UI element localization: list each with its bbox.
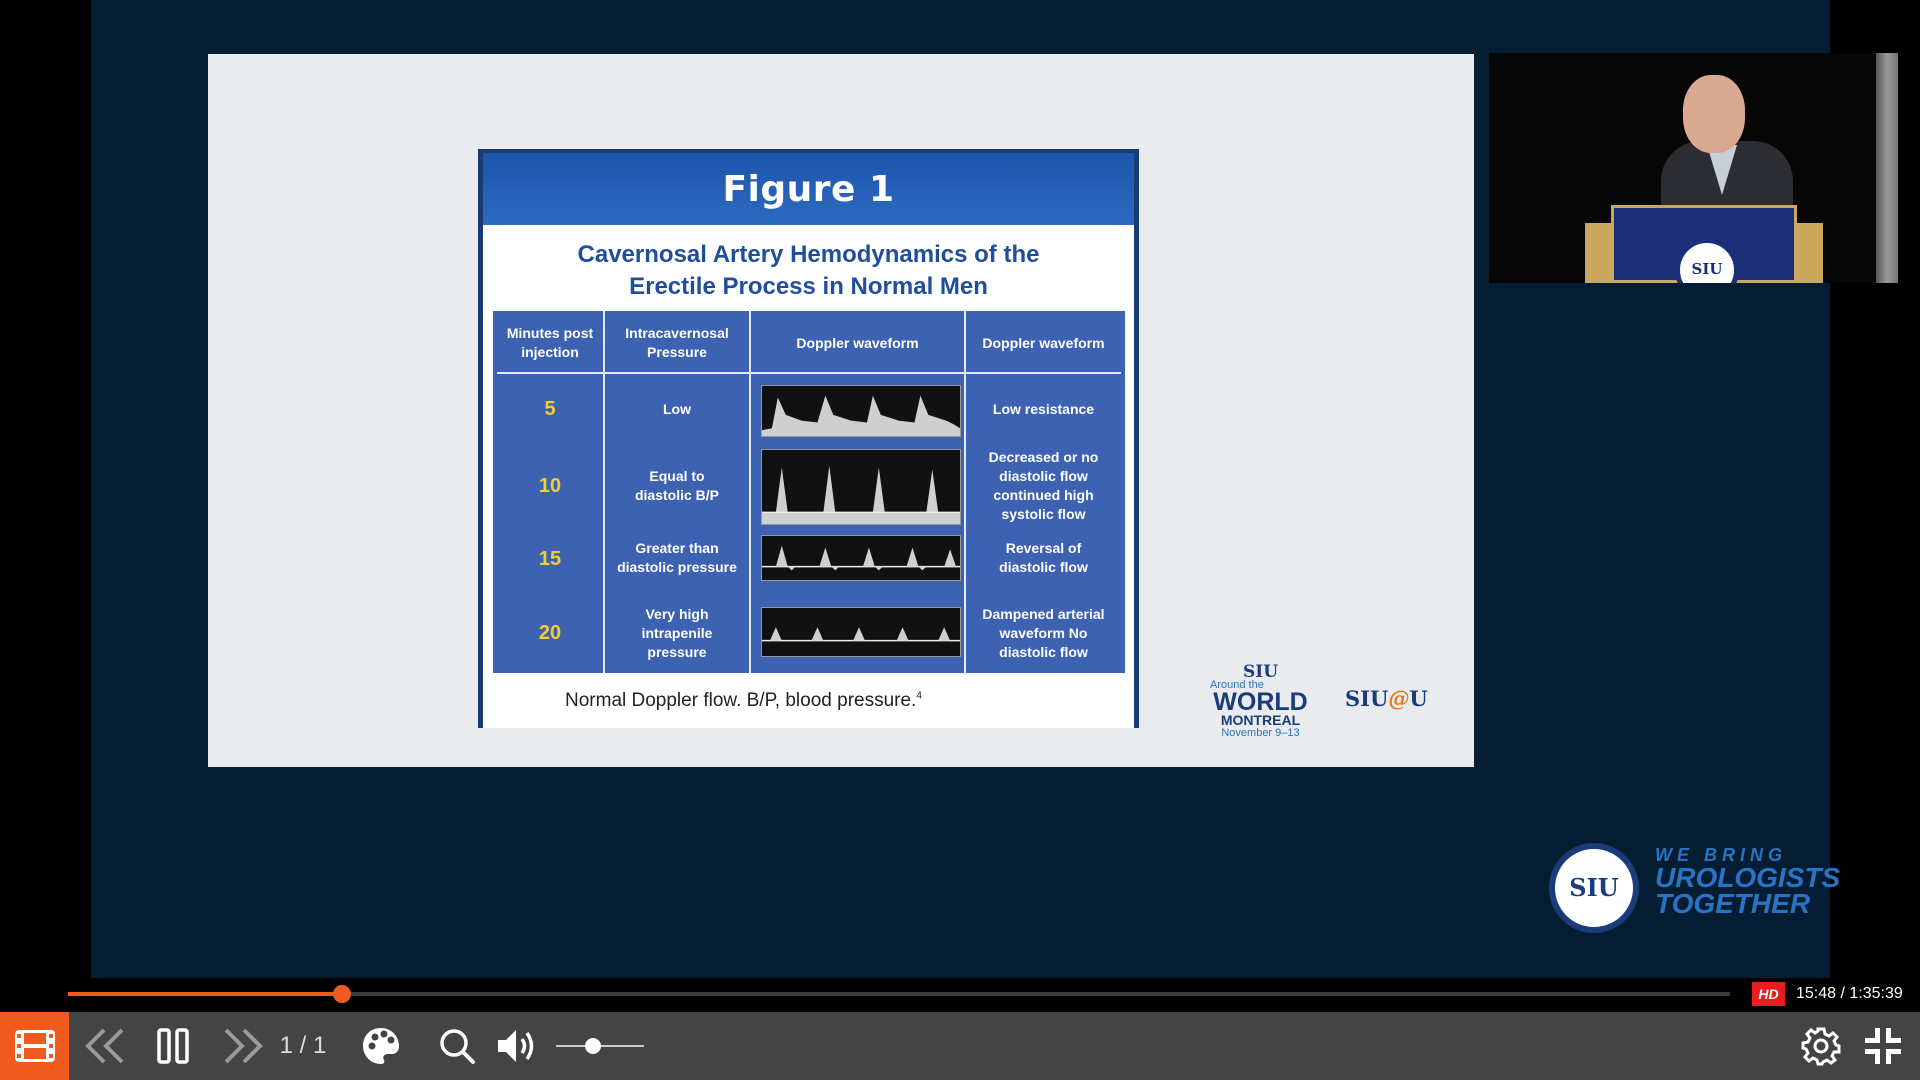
table-pressure: Equal to diastolic B/P — [634, 468, 720, 503]
table-minutes: 5 — [544, 397, 556, 420]
volume-handle[interactable] — [584, 1038, 601, 1054]
brand-tagline: WE BRING UROLOGISTS TOGETHER — [1655, 845, 1840, 919]
podium-seal-text: SIU — [1691, 260, 1723, 278]
figure-caption-text: Normal Doppler flow. B/P, blood pressure… — [565, 690, 917, 711]
logo-siuu-right: U — [1409, 686, 1428, 711]
settings-button[interactable] — [1796, 1012, 1846, 1080]
previous-button[interactable] — [80, 1012, 130, 1080]
volume-icon — [498, 1030, 534, 1062]
logo-siu-text: SIU — [1242, 662, 1279, 682]
table-header: Doppler waveform — [982, 334, 1105, 351]
siu-around-the-world-logo: SIU Around the WORLD MONTREAL November 9… — [1208, 664, 1313, 744]
palette-icon — [363, 1028, 399, 1064]
volume-slider[interactable] — [556, 1038, 644, 1054]
figure-panel: Figure 1 Cavernosal Artery Hemodynamics … — [478, 149, 1139, 728]
logo-siuu-left: SIU — [1345, 686, 1389, 711]
figure-subtitle-line: Erectile Process in Normal Men — [629, 273, 988, 300]
logo-city-text: MONTREAL — [1220, 712, 1301, 728]
previous-icon — [85, 1028, 124, 1064]
progress-handle[interactable] — [333, 985, 352, 1003]
table-header: Doppler waveform — [796, 334, 919, 351]
presentation-stage: Figure 1 Cavernosal Artery Hemodynamics … — [91, 0, 1898, 978]
gear-icon — [1801, 1027, 1841, 1066]
slide: Figure 1 Cavernosal Artery Hemodynamics … — [208, 54, 1474, 767]
table-pressure: Low — [663, 400, 691, 417]
figure-caption: Normal Doppler flow. B/P, blood pressure… — [565, 690, 922, 712]
logo-siuu-at: @ — [1388, 686, 1410, 711]
table-header: Intracavernosal Pressure — [625, 325, 729, 360]
figure-title: Figure 1 — [483, 153, 1134, 225]
hemodynamics-table: Minutes post injection Intracavernosal P… — [493, 311, 1125, 673]
table-description: Dampened arterial waveform No diastolic … — [982, 605, 1105, 660]
speaker-head — [1683, 75, 1745, 153]
search-icon — [440, 1029, 475, 1064]
doppler-waveform-image — [761, 449, 961, 525]
brand-line: TOGETHER — [1655, 888, 1811, 919]
film-strip-icon — [14, 1030, 55, 1062]
logo-world-text: WORLD — [1213, 688, 1308, 716]
table-minutes: 15 — [538, 547, 562, 570]
table-minutes: 10 — [538, 474, 562, 497]
figure-subtitle: Cavernosal Artery Hemodynamics of the Er… — [483, 225, 1134, 311]
siu-at-u-logo: SIU@U — [1345, 686, 1428, 711]
doppler-waveform-image — [761, 535, 961, 581]
control-bar: 1 / 1 — [0, 1012, 1920, 1080]
slide-counter: 1 / 1 — [279, 1032, 327, 1059]
figure-caption-ref: 4 — [916, 690, 922, 702]
logo-dates-text: November 9–13 — [1221, 727, 1300, 739]
doppler-waveform-image — [761, 607, 961, 657]
progress-bar[interactable] — [68, 985, 1730, 1003]
table-pressure: Greater than diastolic pressure — [617, 540, 737, 575]
siu-seal: SIU — [1549, 843, 1639, 933]
table-minutes: 20 — [538, 621, 562, 644]
exit-fullscreen-button[interactable] — [1858, 1012, 1908, 1080]
table-description: Reversal of diastolic flow — [999, 540, 1088, 575]
table-description: Decreased or no diastolic flow continued… — [988, 449, 1099, 522]
table-pressure: Very high intrapenile pressure — [641, 605, 713, 660]
next-icon — [224, 1028, 263, 1064]
siu-seal-text: SIU — [1569, 873, 1619, 902]
speaker-video[interactable]: SIU — [1489, 53, 1898, 283]
figure-subtitle-line: Cavernosal Artery Hemodynamics of the — [577, 241, 1040, 268]
next-button[interactable] — [218, 1012, 268, 1080]
pause-icon — [157, 1028, 189, 1064]
table-description: Low resistance — [992, 400, 1095, 417]
progress-fill — [68, 992, 343, 996]
slides-toggle-button[interactable] — [0, 1012, 69, 1080]
hd-badge[interactable]: HD — [1752, 982, 1785, 1006]
theme-button[interactable] — [356, 1012, 406, 1080]
time-display: 15:48 / 1:35:39 — [1796, 985, 1903, 1002]
search-button[interactable] — [432, 1012, 482, 1080]
doppler-waveform-image — [761, 385, 961, 437]
exit-fullscreen-icon — [1865, 1028, 1901, 1064]
pause-button[interactable] — [150, 1012, 196, 1080]
siu-brand-logo: SIU WE BRING UROLOGISTS TOGETHER — [1549, 843, 1849, 935]
table-header: Minutes post injection — [506, 325, 594, 360]
volume-button[interactable] — [492, 1012, 546, 1080]
